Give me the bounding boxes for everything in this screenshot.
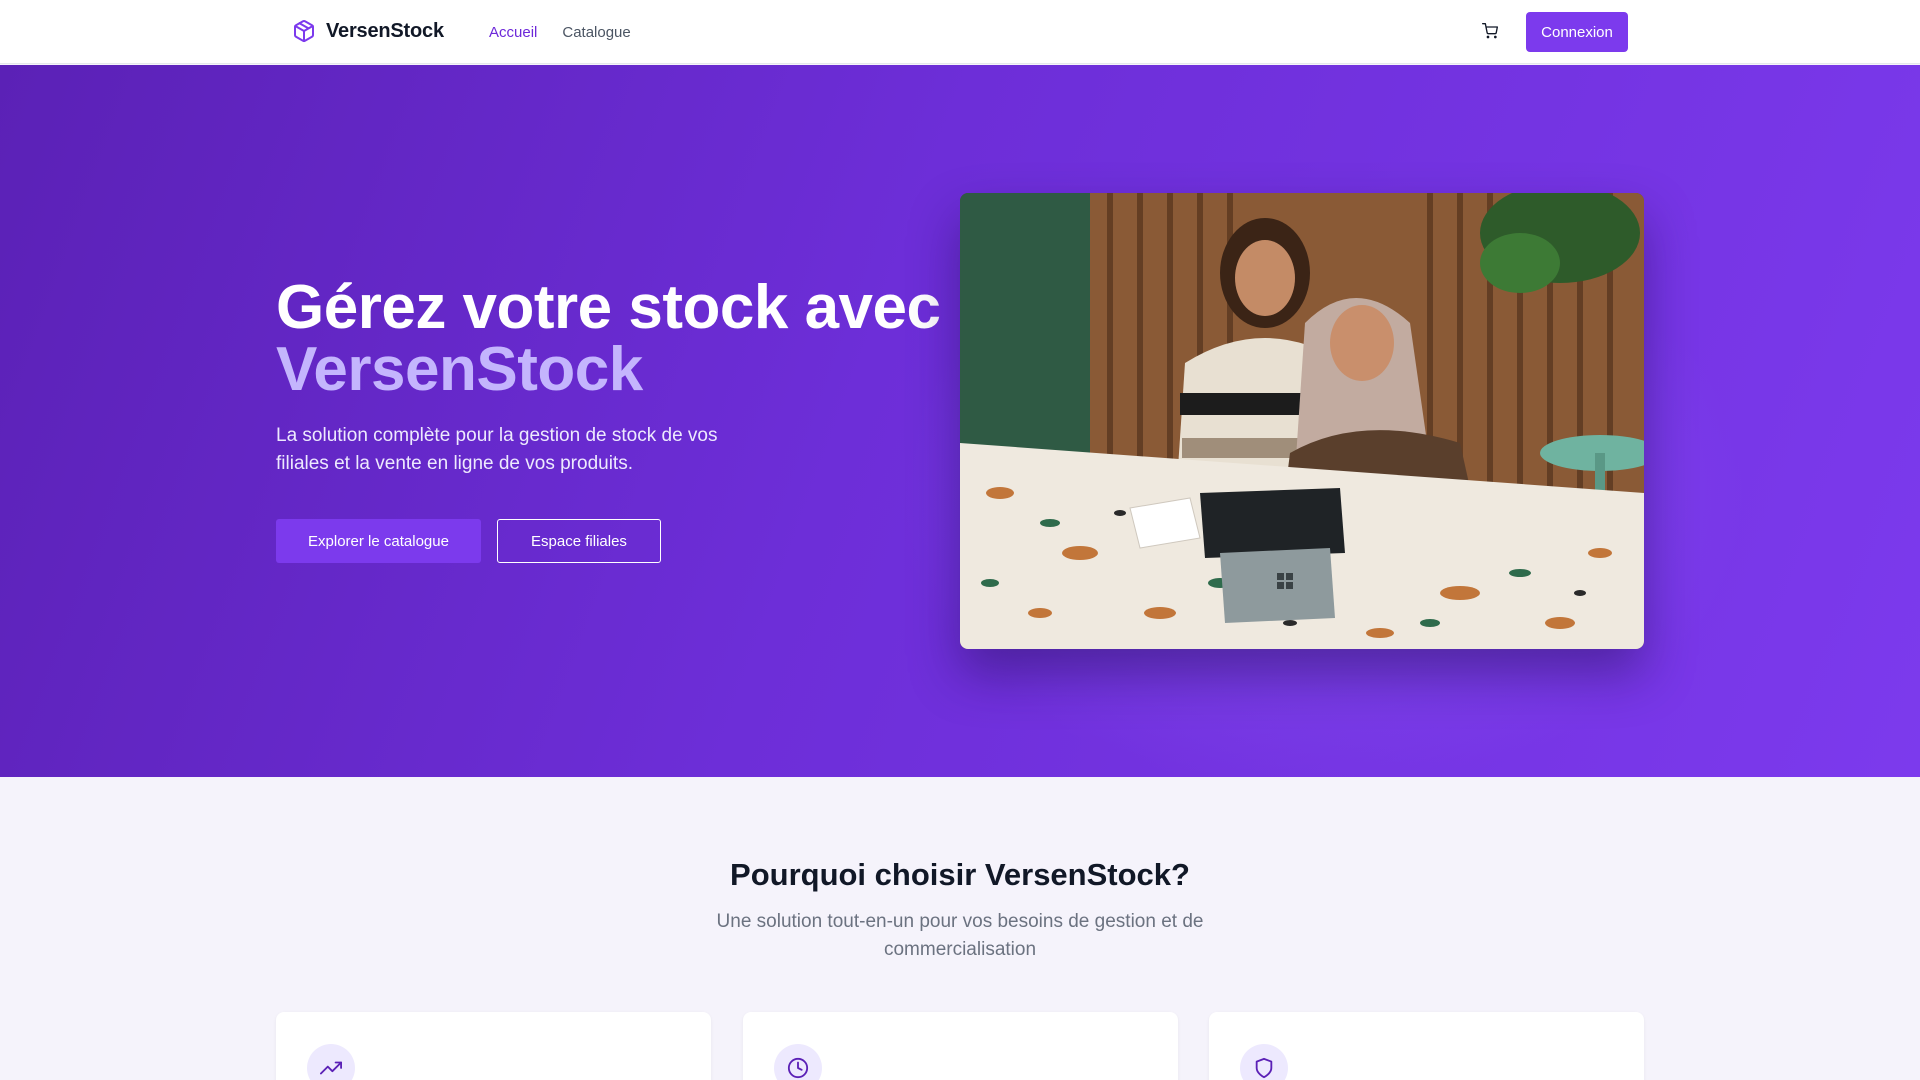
cart-icon xyxy=(1482,23,1498,39)
feature-card-1 xyxy=(276,1012,711,1080)
nav-link-catalogue[interactable]: Catalogue xyxy=(562,24,630,41)
trending-up-icon xyxy=(320,1061,342,1075)
feature-card-2 xyxy=(743,1012,1178,1080)
feature-icon-badge xyxy=(307,1044,355,1080)
clock-icon xyxy=(787,1057,809,1079)
shield-icon xyxy=(1255,1057,1273,1079)
hero-section: Gérez votre stock avec VersenStock La so… xyxy=(0,65,1920,777)
main-nav: Accueil Catalogue xyxy=(489,0,631,64)
hero-photo-illustration xyxy=(960,193,1644,649)
cart-button[interactable] xyxy=(1479,20,1501,42)
hero-title-brand: VersenStock xyxy=(276,335,643,404)
features-title: Pourquoi choisir VersenStock? xyxy=(730,857,1190,892)
feature-icon-badge xyxy=(1240,1044,1288,1080)
box-icon xyxy=(294,20,314,43)
nav-link-accueil[interactable]: Accueil xyxy=(489,24,537,41)
hero-title: Gérez votre stock avec VersenStock xyxy=(276,277,941,401)
hero-subtitle: La solution complète pour la gestion de … xyxy=(276,425,718,474)
feature-icon-badge xyxy=(774,1044,822,1080)
hero-title-line1: Gérez votre stock avec xyxy=(276,273,941,342)
top-navbar: VersenStock Accueil Catalogue Connexion xyxy=(0,0,1920,64)
subsidiaries-space-button[interactable]: Espace filiales xyxy=(497,519,661,563)
brand-name: VersenStock xyxy=(326,19,444,42)
explore-catalogue-button[interactable]: Explorer le catalogue xyxy=(276,519,481,563)
brand-logo[interactable]: VersenStock xyxy=(292,19,444,43)
hero-photo xyxy=(960,193,1644,649)
features-subtitle: Une solution tout-en-un pour vos besoins… xyxy=(716,911,1204,960)
login-button[interactable]: Connexion xyxy=(1526,12,1628,52)
feature-card-3 xyxy=(1209,1012,1644,1080)
